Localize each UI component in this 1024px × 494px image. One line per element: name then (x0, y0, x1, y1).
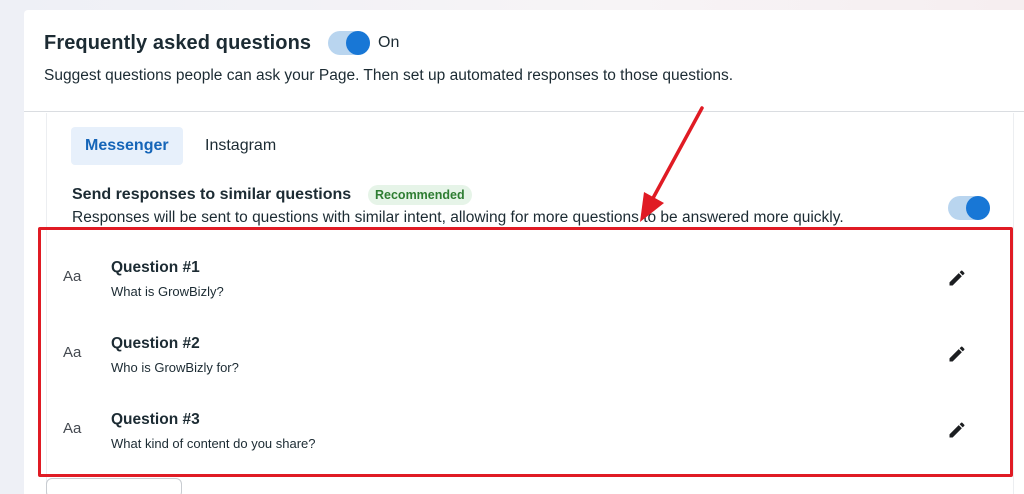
pencil-icon[interactable] (947, 268, 967, 288)
text-format-icon: Aa (63, 420, 82, 437)
pencil-icon[interactable] (947, 420, 967, 440)
faq-header: Frequently asked questions On Suggest qu… (24, 10, 1024, 112)
tab-instagram[interactable]: Instagram (191, 127, 290, 165)
faq-description: Suggest questions people can ask your Pa… (44, 67, 734, 84)
faq-title: Frequently asked questions (44, 32, 312, 54)
similar-questions-toggle[interactable] (948, 196, 990, 220)
question-subtitle: Who is GrowBizly for? (111, 360, 239, 375)
question-row-2[interactable]: Aa Question #2 Who is GrowBizly for? (41, 310, 1016, 386)
question-row-1[interactable]: Aa Question #1 What is GrowBizly? (41, 234, 1016, 310)
similar-questions-title: Send responses to similar questions (72, 186, 352, 203)
question-title: Question #3 (111, 411, 200, 428)
faq-toggle-label: On (378, 34, 400, 51)
question-title: Question #1 (111, 259, 200, 276)
question-subtitle: What is GrowBizly? (111, 284, 224, 299)
similar-questions-toggle-knob (967, 197, 989, 219)
add-question-button[interactable] (46, 478, 182, 494)
questions-highlight-box: Aa Question #1 What is GrowBizly? Aa Que… (38, 227, 1013, 477)
question-row-3[interactable]: Aa Question #3 What kind of content do y… (41, 386, 1016, 462)
similar-questions-description: Responses will be sent to questions with… (72, 209, 844, 226)
faq-toggle-knob (347, 32, 369, 54)
tab-messenger[interactable]: Messenger (71, 127, 183, 165)
recommended-badge: Recommended (368, 185, 472, 205)
faq-toggle[interactable] (328, 31, 370, 55)
text-format-icon: Aa (63, 268, 82, 285)
question-title: Question #2 (111, 335, 200, 352)
text-format-icon: Aa (63, 344, 82, 361)
question-subtitle: What kind of content do you share? (111, 436, 316, 451)
pencil-icon[interactable] (947, 344, 967, 364)
